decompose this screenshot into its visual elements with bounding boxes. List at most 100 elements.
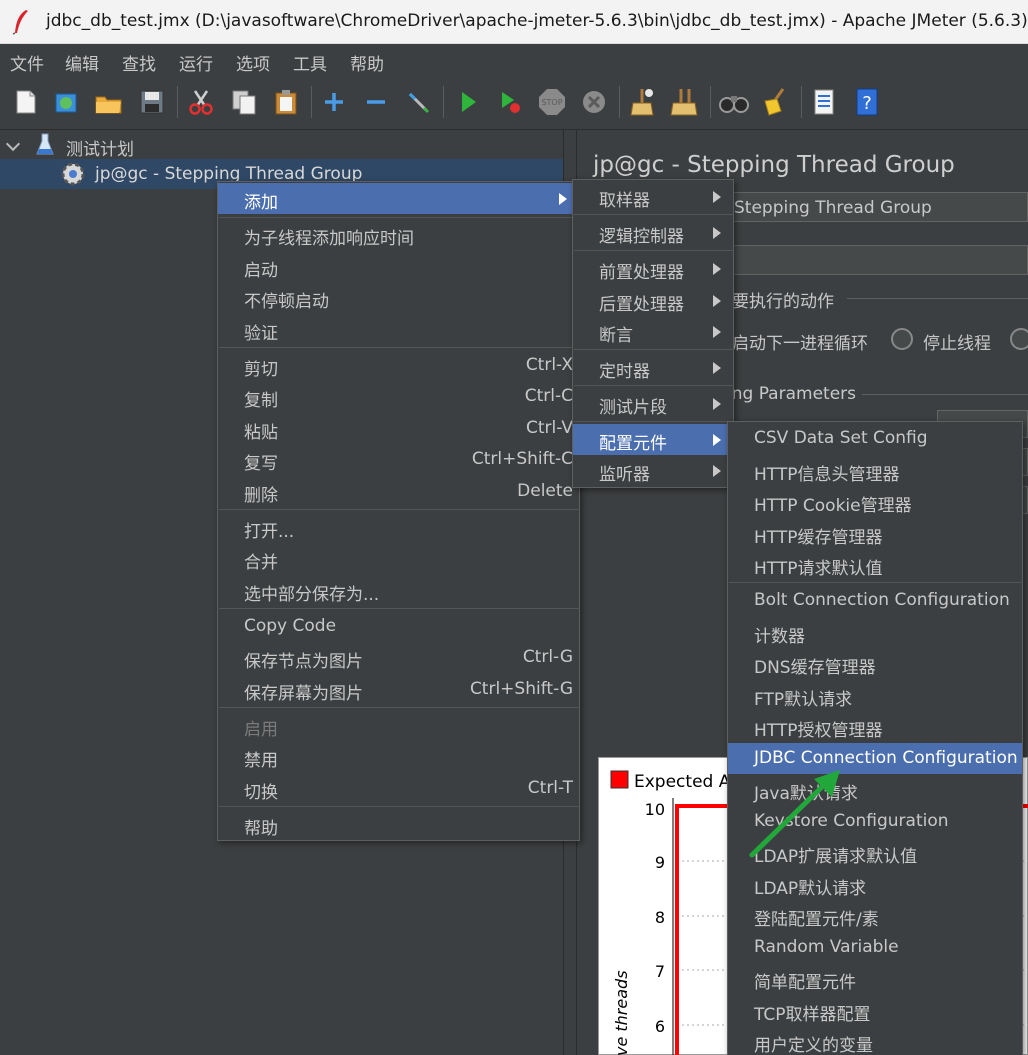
add-menu-item-assertion[interactable]: 断言: [573, 316, 733, 347]
save-icon[interactable]: [136, 86, 168, 118]
clear-icon[interactable]: [626, 86, 658, 118]
submenu-arrow-icon: [713, 398, 721, 410]
menu-tools[interactable]: 工具: [293, 50, 327, 75]
config-menu-item-http-cookie-manager[interactable]: HTTP Cookie管理器: [728, 486, 1022, 517]
config-menu-item-login-config[interactable]: 登陆配置元件/素: [728, 900, 1022, 931]
context-menu-item-save-screen-image[interactable]: 保存屏幕为图片 Ctrl+Shift-G: [218, 674, 579, 705]
context-menu-item-delete[interactable]: 删除 Delete: [218, 476, 579, 507]
legend-label: Expected Ac: [634, 772, 739, 792]
add-menu-item-timer[interactable]: 定时器: [573, 352, 733, 383]
chevron-down-icon[interactable]: [5, 136, 21, 152]
context-menu-item-copy[interactable]: 复制 Ctrl-C: [218, 381, 579, 412]
toggle-icon[interactable]: [402, 86, 434, 118]
config-menu-item-http-request-defaults[interactable]: HTTP请求默认值: [728, 549, 1022, 580]
submenu-arrow-icon: [713, 465, 721, 477]
config-menu-item-http-auth-manager[interactable]: HTTP授权管理器: [728, 711, 1022, 742]
context-menu-item-help[interactable]: 帮助: [218, 809, 579, 840]
cut-icon[interactable]: [185, 86, 217, 118]
collapse-icon[interactable]: [360, 86, 392, 118]
context-menu-item-enable: 启用: [244, 720, 278, 740]
y-tick-8: 8: [655, 908, 665, 927]
context-menu-item-validate[interactable]: 验证: [218, 314, 579, 345]
submenu-arrow-icon: [713, 326, 721, 338]
action-section-border: [847, 298, 1028, 299]
menu-edit[interactable]: 编辑: [65, 50, 99, 75]
context-menu-item-copy-code[interactable]: Copy Code: [218, 611, 579, 642]
add-menu-item-test-fragment[interactable]: 测试片段: [573, 388, 733, 419]
config-menu-item-user-defined-variables[interactable]: 用户定义的变量: [728, 1026, 1022, 1055]
config-menu-item-counter[interactable]: 计数器: [728, 617, 1022, 648]
add-menu-item-pre-processor[interactable]: 前置处理器: [573, 253, 733, 284]
radio-next-loop-label[interactable]: 启动下一进程循环: [732, 329, 868, 354]
copy-icon[interactable]: [228, 86, 260, 118]
radio-stop-test[interactable]: [1010, 328, 1028, 350]
reset-search-icon[interactable]: [760, 86, 792, 118]
config-menu-item-random-variable[interactable]: Random Variable: [728, 932, 1022, 963]
new-icon[interactable]: [10, 86, 42, 118]
panel-heading: jp@gc - Stepping Thread Group: [593, 152, 955, 178]
tree-node-test-plan[interactable]: 测试计划: [0, 130, 563, 160]
menu-options[interactable]: 选项: [236, 50, 270, 75]
config-menu-item-http-cache-manager[interactable]: HTTP缓存管理器: [728, 518, 1022, 549]
start-icon[interactable]: [452, 86, 484, 118]
context-menu-item-save-node-image[interactable]: 保存节点为图片 Ctrl-G: [218, 642, 579, 673]
submenu-arrow-icon: [713, 362, 721, 374]
context-menu-item-duplicate[interactable]: 复写 Ctrl+Shift-C: [218, 444, 579, 475]
clear-all-icon[interactable]: [668, 86, 700, 118]
context-menu-item-start[interactable]: 启动: [218, 251, 579, 282]
radio-stop-thread[interactable]: [891, 328, 913, 350]
context-menu-item-save-selection[interactable]: 选中部分保存为...: [218, 575, 579, 606]
add-menu-item-post-processor[interactable]: 后置处理器: [573, 285, 733, 316]
title-bar: jdbc_db_test.jmx (D:\javasoftware\Chrome…: [0, 0, 1028, 44]
stop-icon[interactable]: STOP: [536, 86, 568, 118]
config-menu-item-ldap-defaults[interactable]: LDAP默认请求: [728, 869, 1022, 900]
config-menu-item-dns-cache-manager[interactable]: DNS缓存管理器: [728, 648, 1022, 679]
svg-text:STOP: STOP: [541, 98, 562, 107]
tree-node-label: 测试计划: [66, 140, 134, 160]
add-menu-item-logic-controller[interactable]: 逻辑控制器: [573, 217, 733, 248]
comments-field[interactable]: [727, 245, 1028, 275]
context-menu-item-merge[interactable]: 合并: [218, 543, 579, 574]
shutdown-icon[interactable]: [578, 86, 610, 118]
config-menu-item-csv-data-set[interactable]: CSV Data Set Config: [728, 423, 1022, 454]
start-no-pause-icon[interactable]: [494, 86, 526, 118]
gear-icon: [61, 162, 85, 186]
config-menu-item-simple-config[interactable]: 简单配置元件: [728, 963, 1022, 994]
config-element-submenu: CSV Data Set Config HTTP信息头管理器 HTTP Cook…: [727, 421, 1023, 1055]
menu-search[interactable]: 查找: [122, 50, 156, 75]
y-tick-10: 10: [645, 800, 665, 819]
config-menu-item-ftp-request-defaults[interactable]: FTP默认请求: [728, 680, 1022, 711]
help-icon[interactable]: ?: [851, 86, 883, 118]
config-menu-item-http-header-manager[interactable]: HTTP信息头管理器: [728, 455, 1022, 486]
function-helper-icon[interactable]: [808, 86, 840, 118]
config-menu-item-bolt-connection[interactable]: Bolt Connection Configuration: [728, 585, 1022, 616]
radio-stop-thread-label[interactable]: 停止线程: [923, 329, 991, 354]
context-menu-item-add-response-time[interactable]: 为子线程添加响应时间: [218, 219, 579, 250]
context-menu-item-toggle[interactable]: 切换 Ctrl-T: [218, 773, 579, 804]
search-icon[interactable]: [718, 86, 750, 118]
window-title: jdbc_db_test.jmx (D:\javasoftware\Chrome…: [46, 11, 1028, 31]
menu-help[interactable]: 帮助: [350, 50, 384, 75]
annotation-arrow: [749, 770, 840, 858]
context-menu-item-add[interactable]: 添加: [218, 183, 579, 214]
add-menu-item-listener[interactable]: 监听器: [573, 455, 733, 486]
context-menu-item-open[interactable]: 打开...: [218, 512, 579, 543]
submenu-arrow-icon: [713, 227, 721, 239]
submenu-arrow-icon: [713, 191, 721, 203]
add-menu-item-sampler[interactable]: 取样器: [573, 181, 733, 212]
menu-file[interactable]: 文件: [10, 50, 44, 75]
config-menu-item-tcp-sampler-config[interactable]: TCP取样器配置: [728, 995, 1022, 1026]
context-menu-item-cut[interactable]: 剪切 Ctrl-X: [218, 350, 579, 381]
paste-icon[interactable]: [270, 86, 302, 118]
context-menu-item-start-no-pause[interactable]: 不停顿启动: [218, 282, 579, 313]
add-menu-item-config-element[interactable]: 配置元件: [573, 424, 733, 455]
context-menu: 添加 为子线程添加响应时间 启动 不停顿启动 验证 剪切 Ctrl-X 复制 Ctr…: [217, 181, 580, 841]
templates-icon[interactable]: [50, 86, 82, 118]
open-icon[interactable]: [93, 86, 125, 118]
context-menu-item-disable[interactable]: 禁用: [218, 741, 579, 772]
expand-icon[interactable]: [318, 86, 350, 118]
menu-bar: 文件 编辑 查找 运行 选项 工具 帮助: [0, 44, 1028, 76]
context-menu-item-paste[interactable]: 粘贴 Ctrl-V: [218, 413, 579, 444]
name-field[interactable]: Stepping Thread Group: [727, 192, 1028, 222]
menu-run[interactable]: 运行: [179, 50, 213, 75]
